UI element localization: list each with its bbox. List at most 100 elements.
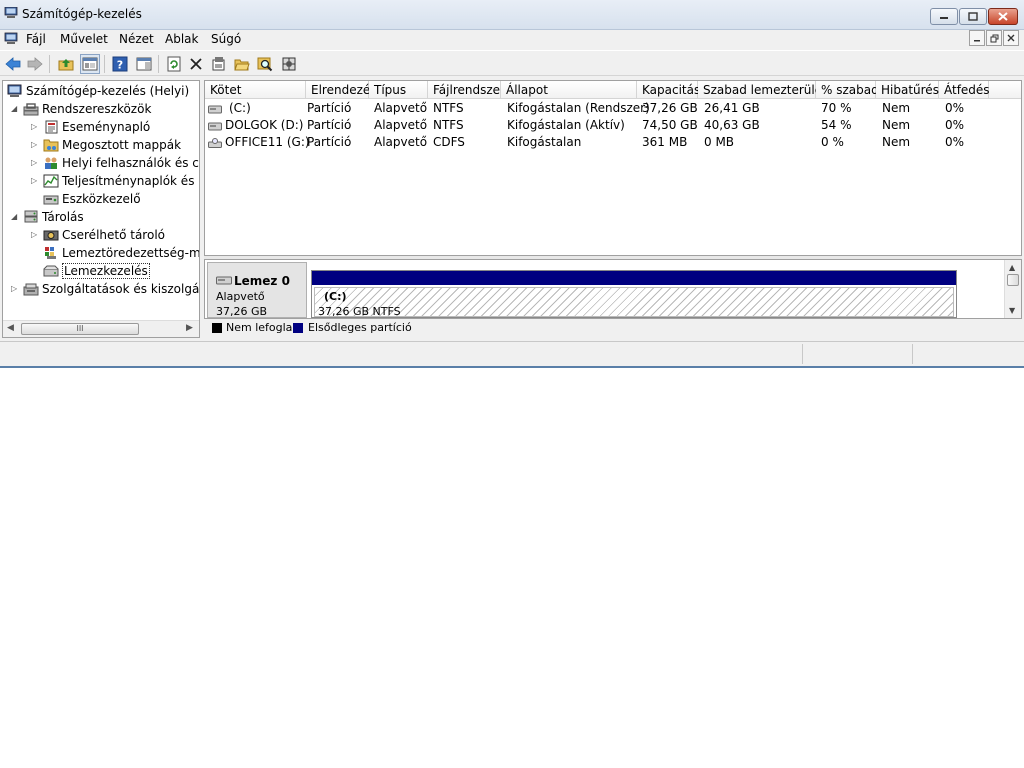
properties-button[interactable] [209,54,229,74]
column-header-fault-tolerance[interactable]: Hibatűrés [876,81,939,99]
up-one-level-button[interactable] [56,54,76,74]
refresh-button[interactable] [164,54,184,74]
maximize-button[interactable] [959,8,987,25]
expand-icon[interactable]: ▷ [11,284,17,293]
computer-icon [7,84,22,97]
removable-storage-icon [43,230,59,241]
primary-partition-band [312,271,956,285]
table-row-c-volume[interactable]: (C:) [208,100,251,117]
tree-item-performance-logs[interactable]: Teljesítménynaplók és ria [43,172,199,190]
status-bar [0,341,1024,365]
table-cell: 26,41 GB [704,101,760,115]
child-close-button[interactable] [1003,30,1019,46]
minimize-icon [940,16,948,19]
tree-item-event-viewer[interactable]: Eseménynapló [43,118,150,136]
table-cell: 0% [945,101,965,115]
table-cell: 361 MB [642,135,688,149]
tree-item-label: Számítógép-kezelés (Helyi) [26,84,190,98]
scrollbar-thumb[interactable] [1007,274,1019,286]
table-row-d-volume[interactable]: DOLGOK (D:) [208,117,303,134]
tree-item-device-manager[interactable]: Eszközkezelő [43,190,141,208]
table-cell: 70 % [821,101,852,115]
forward-arrow-icon [27,57,43,71]
expand-icon[interactable]: ▷ [31,176,37,185]
scroll-right-icon[interactable]: ▶ [186,323,193,333]
menu-action[interactable]: Művelet [60,32,108,46]
column-header-percent-free[interactable]: % szabad [816,81,879,99]
scroll-down-icon[interactable]: ▼ [1009,306,1015,315]
child-restore-button[interactable] [986,30,1002,46]
menu-view[interactable]: Nézet [119,32,154,46]
tree-item-computer-management[interactable]: Számítógép-kezelés (Helyi) [7,82,189,100]
tree-item-shared-folders[interactable]: Megosztott mappák [43,136,181,154]
tree-horizontal-scrollbar[interactable]: ◀ III ▶ [3,320,199,337]
scrollbar-thumb[interactable]: III [21,323,139,335]
tree-item-disk-management[interactable]: Lemezkezelés [43,262,150,280]
disk-type: Alapvető [216,290,265,303]
hard-disk-icon [216,276,232,285]
column-header-volume[interactable]: Kötet [205,81,306,99]
column-header-capacity[interactable]: Kapacitás [637,81,700,99]
forward-button[interactable] [25,54,45,74]
partition-hatch [314,287,954,317]
scroll-up-icon[interactable]: ▲ [1009,263,1015,272]
tree-item-removable-storage[interactable]: Cserélhető tároló [43,226,165,244]
disk-settings-button[interactable] [279,54,299,74]
show-hide-action-pane-button[interactable] [134,54,154,74]
column-header-status[interactable]: Állapot [501,81,637,99]
table-cell: NTFS [433,118,464,132]
search-button[interactable] [255,54,275,74]
collapse-icon[interactable]: ◢ [11,104,17,113]
tree-item-label: Eseménynapló [62,120,151,134]
expand-icon[interactable]: ▷ [31,140,37,149]
menu-help[interactable]: Súgó [211,32,241,46]
column-header-file-system[interactable]: Fájlrendszer [428,81,505,99]
table-row-g-volume[interactable]: OFFICE11 (G:) [208,134,310,151]
table-cell: Partíció [307,101,352,115]
disk-0-info[interactable]: Lemez 0 Alapvető 37,26 GB [207,262,307,318]
tree-item-system-tools[interactable]: Rendszereszközök [23,100,151,118]
legend-swatch-unallocated [212,323,222,333]
open-folder-button[interactable] [232,54,252,74]
back-button[interactable] [3,54,23,74]
tree-item-storage[interactable]: Tárolás [23,208,84,226]
drive-icon [208,122,222,130]
menu-window[interactable]: Ablak [165,32,198,46]
computer-management-icon[interactable] [4,32,18,46]
show-hide-console-tree-button[interactable] [80,54,100,74]
disk-graphical-view[interactable]: Lemez 0 Alapvető 37,26 GB (C:) 37,26 GB … [204,259,1022,319]
close-button[interactable] [988,8,1018,25]
scroll-left-icon[interactable]: ◀ [7,323,14,333]
tree-item-label: Eszközkezelő [62,192,141,206]
table-cell: 0% [945,118,965,132]
tree-item-local-users-groups[interactable]: Helyi felhasználók és csop [43,154,199,172]
minimize-button[interactable] [930,8,958,25]
column-header-overhead[interactable]: Átfedés [939,81,990,99]
toolbar-separator [49,55,50,73]
partition-c[interactable]: (C:) 37,26 GB NTFS [311,270,957,318]
volume-list[interactable]: Kötet Elrendezés Típus Fájlrendszer Álla… [204,80,1022,256]
collapse-icon[interactable]: ◢ [11,212,17,221]
cd-drive-icon [208,137,222,148]
column-header-type[interactable]: Típus [369,81,428,99]
tree-item-services-applications[interactable]: Szolgáltatások és kiszolgálói a [23,280,199,298]
table-cell: Nem [882,101,911,115]
menu-file[interactable]: Fájl [26,32,46,46]
table-cell: Nem [882,118,911,132]
table-cell: 40,63 GB [704,118,760,132]
console-tree[interactable]: Számítógép-kezelés (Helyi) ◢ Rendszeresz… [2,80,200,338]
folder-up-icon [58,59,74,71]
child-minimize-button[interactable] [969,30,985,46]
help-button[interactable]: ? [110,54,130,74]
expand-icon[interactable]: ▷ [31,122,37,131]
expand-icon[interactable]: ▷ [31,158,37,167]
back-arrow-icon [5,57,21,71]
tree-item-disk-defragmenter[interactable]: Lemeztöredezettség-men [43,244,199,262]
disk-vertical-scrollbar[interactable]: ▲ ▼ [1004,260,1021,318]
title-bar[interactable]: Számítógép-kezelés [0,0,1024,30]
column-header-layout[interactable]: Elrendezés [306,81,377,99]
column-header-free-space[interactable]: Szabad lemezterület [698,81,827,99]
delete-button[interactable] [186,54,206,74]
expand-icon[interactable]: ▷ [31,230,37,239]
open-folder-icon [234,59,250,71]
